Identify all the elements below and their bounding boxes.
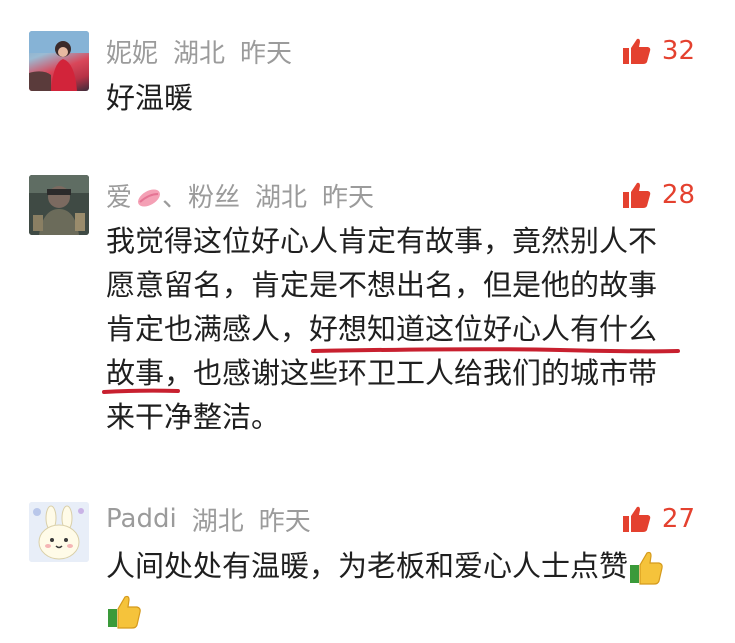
highlighted-segment: 故事， [106, 356, 194, 390]
location: 湖北 [173, 38, 226, 69]
comment-text-line: 故事，也感谢这些环卫工人给我们的城市带 [106, 351, 696, 395]
avatar[interactable] [29, 31, 89, 91]
like-button[interactable]: 27 [622, 501, 695, 537]
comment-text-line: 我觉得这位好心人肯定有故事，竟然别人不 [106, 224, 658, 258]
like-button[interactable]: 28 [622, 177, 695, 213]
timestamp: 昨天 [258, 506, 311, 537]
thumbs-up-icon [622, 182, 651, 208]
text-segment: 也感谢这些环卫工人给我们的城市带 [193, 356, 658, 390]
comment-text-line: 好温暖 [106, 81, 194, 115]
like-count: 27 [661, 504, 695, 534]
location: 湖北 [191, 506, 244, 537]
avatar[interactable] [29, 175, 89, 235]
comment-meta: Paddi 湖北 昨天 [106, 501, 311, 537]
username-text: 爱 [106, 182, 133, 213]
thumbs-up-icon [622, 38, 651, 64]
text-segment: 肯定也满感人， [106, 312, 310, 346]
comment-meta: 妮妮 湖北 昨天 [106, 33, 292, 69]
kiss-lips-icon [138, 189, 160, 207]
username[interactable]: 爱、粉丝 [106, 177, 240, 214]
comment-text: 人间处处有温暖，为老板和爱心人士点赞 [106, 544, 706, 632]
comment-text-line: 肯定也满感人，好想知道这位好心人有什么 [106, 307, 696, 351]
location: 湖北 [255, 182, 308, 213]
comment-text-line: 愿意留名，肯定是不想出名，但是他的故事 [106, 268, 658, 302]
comment-text: 好温暖 [106, 76, 696, 120]
thumbs-up-emoji-icon [108, 595, 141, 629]
thumbs-up-icon [622, 506, 651, 532]
like-count: 28 [661, 180, 695, 210]
highlighted-segment: 好想知道这位好心人有什么 [309, 312, 658, 346]
avatar[interactable] [29, 502, 89, 562]
timestamp: 昨天 [322, 182, 375, 213]
thumbs-up-emoji-icon [630, 551, 663, 585]
username[interactable]: Paddi [106, 504, 177, 534]
like-button[interactable]: 32 [622, 33, 695, 69]
comment-text-line: 人间处处有温暖，为老板和爱心人士点赞 [106, 549, 629, 583]
username[interactable]: 妮妮 [106, 33, 158, 70]
comment-text: 我觉得这位好心人肯定有故事，竟然别人不 愿意留名，肯定是不想出名，但是他的故事 … [106, 219, 696, 439]
timestamp: 昨天 [240, 38, 293, 69]
username-suffix: 、粉丝 [162, 182, 241, 213]
like-count: 32 [661, 36, 695, 66]
comment-meta: 爱、粉丝 湖北 昨天 [106, 177, 374, 213]
comment-text-line: 来干净整洁。 [106, 400, 281, 434]
